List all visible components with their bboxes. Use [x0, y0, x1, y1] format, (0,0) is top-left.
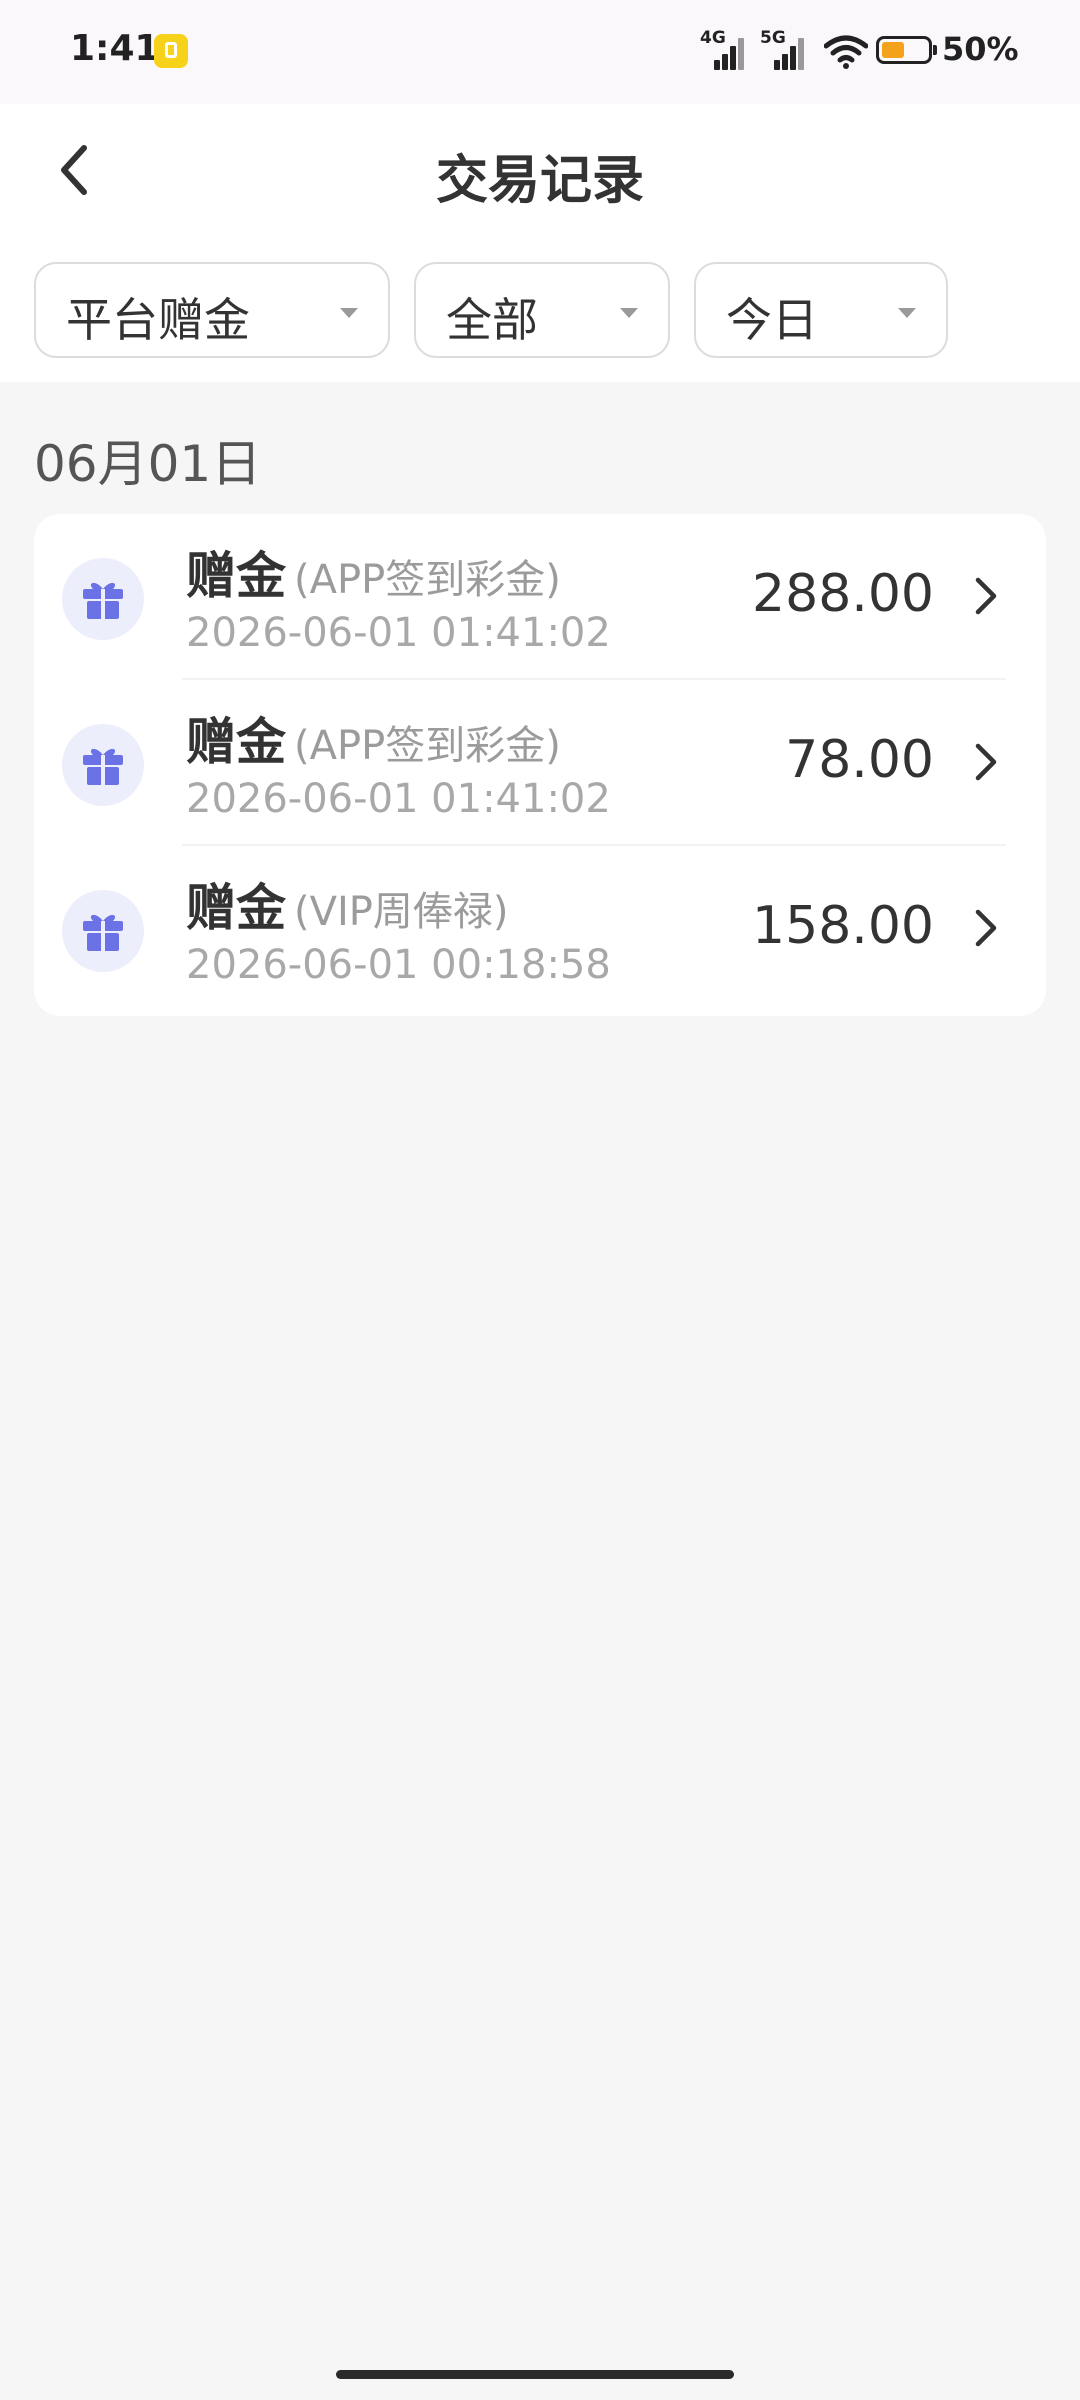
battery-icon [876, 36, 937, 64]
caret-down-icon [340, 308, 358, 318]
caret-down-icon [898, 308, 916, 318]
record-subtype: (VIP周俸禄) [294, 889, 509, 935]
home-indicator[interactable] [336, 2370, 734, 2379]
record-amount: 78.00 [785, 730, 934, 790]
record-amount: 158.00 [752, 896, 934, 956]
record-type: 赠金 [186, 547, 286, 605]
record-subtype: (APP签到彩金) [294, 557, 561, 603]
record-title: 赠金 (VIP周俸禄) [186, 868, 509, 940]
caret-down-icon [620, 308, 638, 318]
record-row[interactable]: 赠金 (APP签到彩金) 2026-06-01 01:41:02 78.00 [34, 680, 1046, 846]
wifi-icon [824, 35, 868, 69]
screen: 1:41 4G 5G 50% 交易记录 平台赠金 全部 今日 06月01日 赠金… [0, 0, 1080, 2400]
record-time: 2026-06-01 01:41:02 [186, 776, 611, 822]
status-time: 1:41 [70, 28, 160, 69]
record-row[interactable]: 赠金 (VIP周俸禄) 2026-06-01 00:18:58 158.00 [34, 846, 1046, 1012]
record-amount: 288.00 [752, 564, 934, 624]
filter-type-dropdown[interactable]: 全部 [414, 262, 670, 358]
record-type: 赠金 [186, 713, 286, 771]
record-time: 2026-06-01 00:18:58 [186, 942, 611, 988]
signal-icon [708, 36, 748, 70]
filter-category-label: 平台赠金 [66, 293, 250, 347]
gift-icon [62, 890, 144, 972]
record-title: 赠金 (APP签到彩金) [186, 702, 561, 774]
chevron-right-icon [975, 577, 997, 615]
signal-icon-2 [768, 36, 808, 70]
chevron-right-icon [975, 909, 997, 947]
record-title: 赠金 (APP签到彩金) [186, 536, 561, 608]
filter-date-label: 今日 [726, 293, 818, 347]
record-row[interactable]: 赠金 (APP签到彩金) 2026-06-01 01:41:02 288.00 [34, 514, 1046, 680]
filter-type-label: 全部 [446, 293, 538, 347]
status-bar: 1:41 4G 5G 50% [0, 0, 1080, 104]
record-type: 赠金 [186, 879, 286, 937]
record-subtype: (APP签到彩金) [294, 723, 561, 769]
gift-icon [62, 724, 144, 806]
gift-icon [62, 558, 144, 640]
record-time: 2026-06-01 01:41:02 [186, 610, 611, 656]
date-group-header: 06月01日 [34, 435, 262, 493]
filter-bar: 平台赠金 全部 今日 [0, 236, 1080, 382]
records-list: 赠金 (APP签到彩金) 2026-06-01 01:41:02 288.00 赠… [34, 514, 1046, 1016]
battery-percent: 50% [942, 30, 1019, 68]
filter-category-dropdown[interactable]: 平台赠金 [34, 262, 390, 358]
chevron-right-icon [975, 743, 997, 781]
status-icons: 4G 5G 50% [700, 26, 1019, 74]
filter-date-dropdown[interactable]: 今日 [694, 262, 948, 358]
page-title: 交易记录 [435, 151, 644, 211]
header: 交易记录 [0, 104, 1080, 237]
app-notification-icon [154, 34, 188, 68]
